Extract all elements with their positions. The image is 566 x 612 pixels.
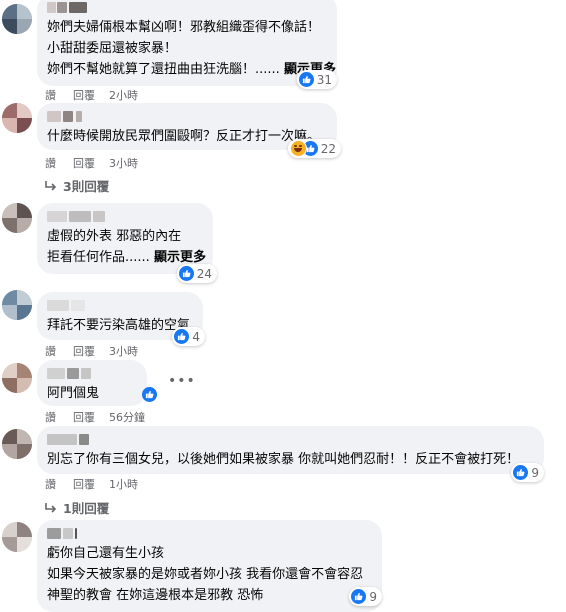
avatar[interactable] xyxy=(2,363,32,393)
thumbs-up-icon xyxy=(174,329,190,344)
reaction-count[interactable]: 31 xyxy=(296,70,337,89)
reaction-count[interactable]: 9 xyxy=(511,463,544,482)
like-button[interactable]: 讚 xyxy=(45,476,73,492)
more-options-icon[interactable]: ••• xyxy=(168,373,196,389)
thumbs-up-icon xyxy=(513,465,529,480)
comment-text: 神聖的教會 在妳這邊根本是邪教 恐怖 xyxy=(47,588,264,603)
avatar[interactable] xyxy=(2,103,32,133)
comment-bubble: 妳們夫婦倆根本幫凶啊！邪教組織歪得不像話！ 小甜甜委屈還被家暴！ 妳們不幫她就算… xyxy=(37,0,337,89)
commenter-name[interactable] xyxy=(47,368,135,379)
comment-text: 如果今天被家暴的是妳或者妳小孩 我看你還會不會容忍 xyxy=(47,567,364,582)
comment-bubble: 阿門個鬼 xyxy=(37,360,147,406)
reply-arrow-icon xyxy=(45,180,57,191)
reply-button[interactable]: 回覆 xyxy=(73,87,109,103)
thumbs-up-icon xyxy=(351,589,367,604)
comment-text: 虧你自己還有生小孩 xyxy=(47,546,165,561)
avatar[interactable] xyxy=(2,4,32,34)
comment-actions: 讚 回覆 1小時 xyxy=(45,476,138,492)
like-button[interactable]: 讚 xyxy=(45,409,73,425)
avatar[interactable] xyxy=(2,290,32,320)
comment-actions: 讚 回覆 56分鐘 xyxy=(45,409,145,425)
timestamp[interactable]: 2小時 xyxy=(109,87,138,103)
view-replies-button[interactable]: 3則回覆 xyxy=(45,176,109,195)
comment-text: 拜託不要污染高雄的空氣 xyxy=(47,318,191,333)
like-button[interactable]: 讚 xyxy=(45,343,73,359)
reply-button[interactable]: 回覆 xyxy=(73,343,109,359)
commenter-name[interactable] xyxy=(47,528,370,539)
timestamp[interactable]: 56分鐘 xyxy=(109,409,145,425)
comment-actions: 讚 回覆 2小時 xyxy=(45,87,138,103)
comment-bubble: 別忘了你有三個女兒，以後她們如果被家暴 你就叫她們忍耐！！反正不會被打死！ 9 xyxy=(37,426,544,482)
comment-bubble: 虧你自己還有生小孩 如果今天被家暴的是妳或者妳小孩 我看你還會不會容忍 神聖的教… xyxy=(37,520,382,612)
see-more-link[interactable]: 顯示更多 xyxy=(154,250,206,265)
reaction-count[interactable]: 4 xyxy=(172,327,205,346)
avatar[interactable] xyxy=(2,522,32,552)
thumbs-up-icon[interactable] xyxy=(142,387,157,402)
reply-button[interactable]: 回覆 xyxy=(73,409,109,425)
reply-button[interactable]: 回覆 xyxy=(73,476,109,492)
commenter-name[interactable] xyxy=(47,111,325,122)
reaction-count[interactable]: 24 xyxy=(176,264,217,283)
reply-arrow-icon xyxy=(45,502,57,513)
timestamp[interactable]: 3小時 xyxy=(109,155,138,171)
comment-text: 別忘了你有三個女兒，以後她們如果被家暴 你就叫她們忍耐！！反正不會被打死！ xyxy=(47,452,520,467)
comment-text: 阿門個鬼 xyxy=(47,386,100,401)
thumbs-up-icon xyxy=(178,266,194,281)
comment-bubble: 虛假的外表 邪惡的內在 拒看任何作品...... 顯示更多 24 xyxy=(37,203,217,283)
reaction-count[interactable]: 9 xyxy=(349,587,382,606)
timestamp[interactable]: 3小時 xyxy=(109,343,138,359)
comment-actions: 讚 回覆 3小時 xyxy=(45,155,138,171)
view-replies-button[interactable]: 1則回覆 xyxy=(45,498,109,517)
reply-button[interactable]: 回覆 xyxy=(73,155,109,171)
comment-actions: 讚 回覆 3小時 xyxy=(45,343,138,359)
commenter-name[interactable] xyxy=(47,434,532,445)
haha-emoji-icon xyxy=(289,140,307,157)
comment-bubble: 拜託不要污染高雄的空氣 4 xyxy=(37,292,205,346)
thumbs-up-icon xyxy=(298,72,314,87)
comment-bubble: 什麼時候開放民眾們圍毆啊？反正才打一次嘛。 22 xyxy=(37,103,341,158)
timestamp[interactable]: 1小時 xyxy=(109,476,138,492)
comment-text: 妳們夫婦倆根本幫凶啊！邪教組織歪得不像話！ xyxy=(47,20,321,35)
comment-text: 什麼時候開放民眾們圍毆啊？反正才打一次嘛。 xyxy=(47,129,321,144)
comment-text: 妳們不幫她就算了還扭曲由狂洗腦！...... 顯示更多 xyxy=(47,59,336,80)
reaction-count[interactable]: 22 xyxy=(287,139,341,158)
like-button[interactable]: 讚 xyxy=(45,155,73,171)
comment-text: 小甜甜委屈還被家暴！ xyxy=(47,41,178,56)
commenter-name[interactable] xyxy=(47,300,191,311)
avatar[interactable] xyxy=(2,203,32,233)
comment-text: 拒看任何作品...... 顯示更多 xyxy=(47,250,206,265)
avatar[interactable] xyxy=(2,429,32,459)
like-button[interactable]: 讚 xyxy=(45,87,73,103)
commenter-name[interactable] xyxy=(47,2,325,13)
commenter-name[interactable] xyxy=(47,211,201,222)
comment-text: 虛假的外表 邪惡的內在 xyxy=(47,229,182,244)
